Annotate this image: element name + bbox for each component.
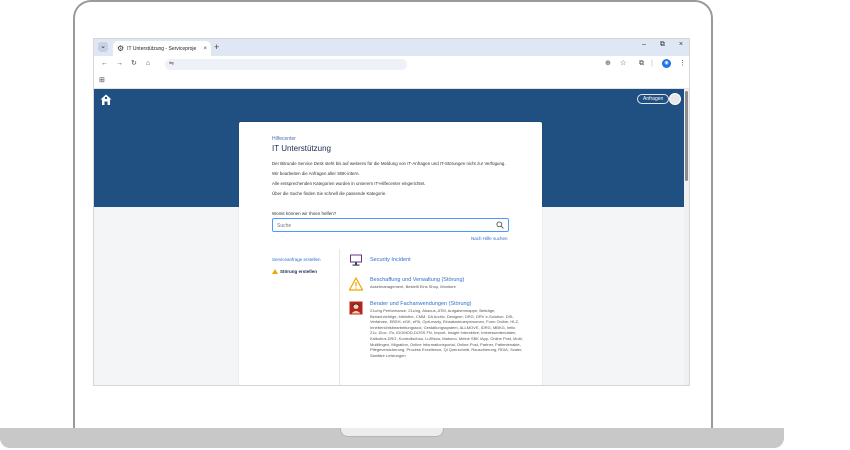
sidebar-item-incident[interactable]: Störung erstellen xyxy=(272,269,332,274)
reload-icon[interactable]: ↻ xyxy=(131,59,137,69)
zoom-icon[interactable]: ⊕ xyxy=(605,59,611,69)
search-input[interactable] xyxy=(277,221,477,230)
support-person-icon xyxy=(349,301,363,315)
search-box[interactable] xyxy=(272,218,509,232)
bookmark-star-icon[interactable]: ☆ xyxy=(620,59,626,69)
column-divider xyxy=(339,249,340,385)
intro-text: Der Bitrunde Service Desk steht bis auf … xyxy=(272,161,512,201)
page-scrollbar[interactable] xyxy=(684,89,689,385)
request-type-sidebar: Serviceanfrage erstellen Störung erstell… xyxy=(272,257,332,274)
tab-search-icon[interactable]: ⌄ xyxy=(98,42,108,52)
search-icon[interactable] xyxy=(496,221,504,229)
warning-icon xyxy=(272,269,278,274)
intro-paragraph: Über die Suche finden Sie schnell die pa… xyxy=(272,191,387,196)
list-item[interactable]: Security Incident xyxy=(349,253,524,267)
forward-icon[interactable]: → xyxy=(116,59,123,69)
menu-kebab-icon[interactable]: ⋮ xyxy=(679,59,686,69)
close-window-button[interactable]: × xyxy=(679,41,683,49)
portal-page: Anfragen Hilfecenter IT Unterstützung De… xyxy=(94,89,689,385)
portal-home-icon[interactable] xyxy=(100,94,112,106)
maximize-button[interactable]: ⧉ xyxy=(660,41,665,49)
intro-paragraph: Der Bitrunde Service Desk steht bis auf … xyxy=(272,161,506,166)
service-title[interactable]: Berater und Fachanwendungen (Störung) xyxy=(370,301,524,307)
sidebar-item-service-request[interactable]: Serviceanfrage erstellen xyxy=(272,257,332,262)
address-bar[interactable]: ⇋ xyxy=(165,59,407,70)
laptop-notch xyxy=(340,428,444,437)
service-title[interactable]: Beschaffung und Verwaltung (Störung) xyxy=(370,277,524,283)
intro-paragraph: Alle entsprechenden Kategorien wurden in… xyxy=(272,181,426,186)
new-tab-button[interactable]: + xyxy=(214,42,219,52)
warning-icon xyxy=(349,277,363,291)
sidebar-item-label: Störung erstellen xyxy=(280,269,318,274)
help-search-link[interactable]: Nach Hilfe suchen xyxy=(471,236,508,241)
breadcrumb[interactable]: Hilfecenter xyxy=(272,136,296,142)
tab-title: IT Unterstützung - Serviceproje xyxy=(127,45,197,52)
home-browser-icon[interactable]: ⌂ xyxy=(146,59,150,69)
service-title[interactable]: Security Incident xyxy=(370,257,524,263)
tab-close-icon[interactable]: × xyxy=(203,46,207,52)
window-controls: – ⧉ × xyxy=(642,41,683,49)
help-center-card: Hilfecenter IT Unterstützung Der Bitrund… xyxy=(239,122,542,385)
toolbar-divider: | xyxy=(651,60,653,67)
list-item[interactable]: Berater und Fachanwendungen (Störung) 21… xyxy=(349,301,524,358)
browser-tab[interactable]: ⚙ IT Unterstützung - Serviceproje × xyxy=(113,41,211,56)
monitor-icon xyxy=(350,254,362,266)
service-description: 21c/ng Performance, 21c/ng, Abacus, ATM,… xyxy=(370,308,523,358)
minimize-button[interactable]: – xyxy=(642,41,646,49)
browser-tabbar: ⌄ ⚙ IT Unterstützung - Serviceproje × + … xyxy=(94,39,689,56)
back-icon[interactable]: ← xyxy=(101,59,108,69)
search-label: Womit können wir Ihnen helfen? xyxy=(272,211,337,216)
site-info-icon[interactable]: ⇋ xyxy=(169,60,174,67)
apps-grid-icon[interactable]: ⊞ xyxy=(99,76,105,84)
screen: ⌄ ⚙ IT Unterstützung - Serviceproje × + … xyxy=(93,38,690,386)
tab-favicon-icon: ⚙ xyxy=(117,44,125,53)
browser-toolbar: ← → ↻ ⌂ ⇋ ⊕ ☆ ⧉ | ◉ ⋮ xyxy=(94,56,689,73)
list-item[interactable]: Beschaffung und Verwaltung (Störung) Ass… xyxy=(349,277,524,291)
extensions-icon[interactable]: ⧉ xyxy=(639,59,644,69)
profile-icon[interactable]: ◉ xyxy=(662,59,671,68)
avatar[interactable] xyxy=(669,93,681,105)
scrollbar-thumb[interactable] xyxy=(685,91,688,181)
page-title: IT Unterstützung xyxy=(272,144,331,153)
requests-button[interactable]: Anfragen xyxy=(637,94,670,104)
service-list: Security Incident Beschaffung und Verwal… xyxy=(349,253,524,368)
bookmarks-bar: ⊞ xyxy=(94,73,689,89)
intro-paragraph: Wir bearbeiten die Anfragen aller SBK-in… xyxy=(272,171,360,176)
service-description: Assetmanagement, Bestellt Eins Shop, Mon… xyxy=(370,284,456,289)
